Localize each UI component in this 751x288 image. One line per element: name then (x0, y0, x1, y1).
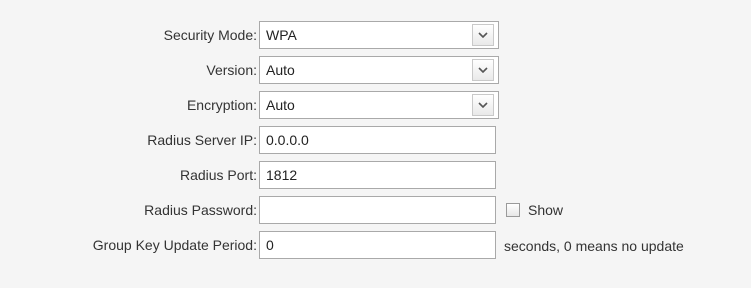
radius-password-input[interactable] (259, 196, 496, 224)
chevron-down-icon (478, 32, 488, 38)
show-password-checkbox[interactable] (506, 203, 520, 217)
security-mode-label: Security Mode: (163, 27, 257, 43)
radius-server-ip-row: Radius Server IP: (0, 126, 751, 156)
encryption-row: Encryption: Auto (0, 91, 751, 121)
radius-password-label: Radius Password: (144, 202, 257, 218)
show-password-label: Show (528, 202, 564, 218)
group-key-update-period-row: Group Key Update Period: seconds, 0 mean… (0, 231, 751, 261)
chevron-down-icon (478, 67, 488, 73)
security-mode-dropdown-button[interactable] (472, 24, 494, 46)
version-row: Version: Auto (0, 56, 751, 86)
chevron-down-icon (478, 102, 488, 108)
encryption-value: Auto (266, 97, 295, 113)
radius-port-row: Radius Port: (0, 161, 751, 191)
version-value: Auto (266, 62, 295, 78)
encryption-select[interactable]: Auto (259, 91, 499, 119)
security-mode-select[interactable]: WPA (259, 21, 499, 49)
version-select[interactable]: Auto (259, 56, 499, 84)
radius-password-row: Radius Password: Show (0, 196, 751, 226)
show-password-toggle[interactable]: Show (506, 202, 563, 218)
encryption-label: Encryption: (186, 97, 257, 113)
radius-port-label: Radius Port: (179, 167, 257, 183)
radius-server-ip-input[interactable] (259, 126, 496, 154)
radius-server-ip-label: Radius Server IP: (147, 132, 257, 148)
group-key-update-period-input[interactable] (259, 231, 496, 259)
version-dropdown-button[interactable] (472, 59, 494, 81)
radius-port-input[interactable] (259, 161, 496, 189)
group-key-update-period-label: Group Key Update Period: (92, 237, 257, 253)
version-label: Version: (206, 62, 257, 78)
security-mode-value: WPA (266, 27, 297, 43)
group-key-update-period-hint: seconds, 0 means no update (504, 238, 684, 254)
encryption-dropdown-button[interactable] (472, 94, 494, 116)
wireless-security-form: Security Mode: WPA Version: Auto Encrypt… (0, 0, 751, 288)
security-mode-row: Security Mode: WPA (0, 21, 751, 51)
